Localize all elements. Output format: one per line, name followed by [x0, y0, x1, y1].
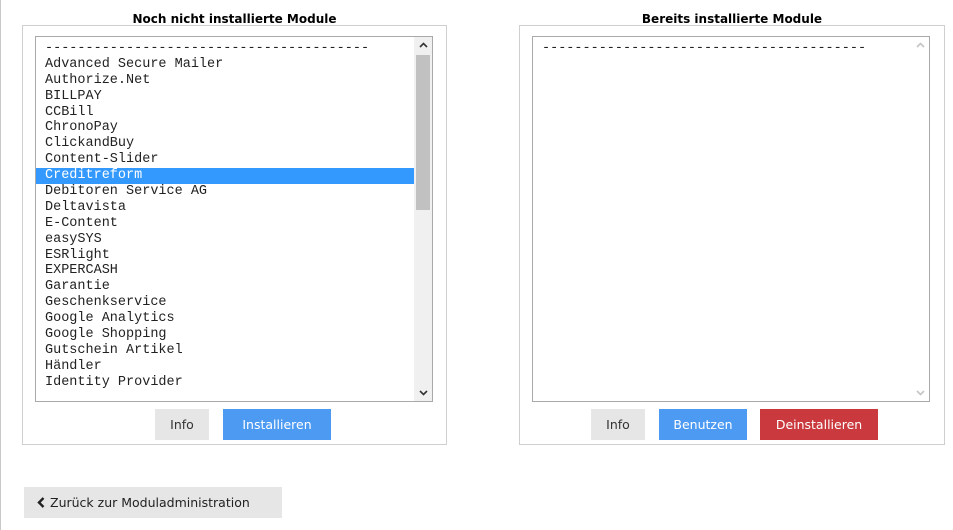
list-item[interactable]: Identity Provider — [36, 375, 414, 391]
installed-listbox[interactable]: ---------------------------------------- — [532, 36, 930, 402]
list-item[interactable]: CCBill — [36, 105, 414, 121]
list-item[interactable]: Garantie — [36, 279, 414, 295]
list-item[interactable]: Google Shopping — [36, 327, 414, 343]
list-item[interactable]: Google Analytics — [36, 311, 414, 327]
list-item[interactable]: E-Content — [36, 216, 414, 232]
chevron-down-icon[interactable] — [414, 385, 432, 401]
list-item[interactable]: Debitoren Service AG — [36, 184, 414, 200]
page-left-border — [0, 0, 1, 530]
list-item[interactable]: Geschenkservice — [36, 295, 414, 311]
chevron-up-icon[interactable] — [911, 37, 929, 53]
installed-list[interactable]: ---------------------------------------- — [533, 37, 911, 401]
list-item[interactable]: easySYS — [36, 232, 414, 248]
separator-option[interactable]: ---------------------------------------- — [36, 41, 414, 57]
back-button-label: Zurück zur Moduladministration — [50, 495, 250, 510]
installed-title: Bereits installierte Module — [641, 12, 823, 26]
uninstall-button[interactable]: Deinstallieren — [760, 409, 878, 440]
list-item[interactable]: Händler — [36, 359, 414, 375]
not-installed-scrollbar[interactable] — [414, 37, 432, 401]
use-button[interactable]: Benutzen — [659, 409, 747, 440]
list-item[interactable]: ESRlight — [36, 248, 414, 264]
not-installed-listbox[interactable]: ----------------------------------------… — [35, 36, 433, 402]
installed-panel: Bereits installierte Module ------------… — [519, 13, 945, 445]
chevron-down-icon[interactable] — [911, 385, 929, 401]
info-button-installed[interactable]: Info — [591, 409, 645, 440]
list-item[interactable]: Content-Slider — [36, 152, 414, 168]
chevron-up-icon[interactable] — [414, 37, 432, 53]
list-item[interactable]: Authorize.Net — [36, 73, 414, 89]
install-button[interactable]: Installieren — [223, 409, 331, 440]
list-item[interactable]: ClickandBuy — [36, 136, 414, 152]
list-item[interactable]: EXPERCASH — [36, 263, 414, 279]
not-installed-list[interactable]: ----------------------------------------… — [36, 37, 414, 401]
list-item[interactable]: BILLPAY — [36, 89, 414, 105]
back-to-module-admin-button[interactable]: Zurück zur Moduladministration — [24, 487, 282, 518]
list-item[interactable]: Gutschein Artikel — [36, 343, 414, 359]
not-installed-panel: Noch nicht installierte Module ---------… — [22, 13, 447, 445]
separator-option[interactable]: ---------------------------------------- — [533, 41, 911, 57]
chevron-left-icon — [37, 497, 45, 508]
list-item[interactable]: Creditreform — [36, 168, 414, 185]
list-item[interactable]: Advanced Secure Mailer — [36, 57, 414, 73]
list-item[interactable]: ChronoPay — [36, 120, 414, 136]
info-button-not-installed[interactable]: Info — [155, 409, 209, 440]
list-item[interactable]: Deltavista — [36, 200, 414, 216]
installed-scrollbar[interactable] — [911, 37, 929, 401]
scroll-thumb[interactable] — [416, 55, 430, 210]
not-installed-title: Noch nicht installierte Module — [132, 12, 337, 26]
